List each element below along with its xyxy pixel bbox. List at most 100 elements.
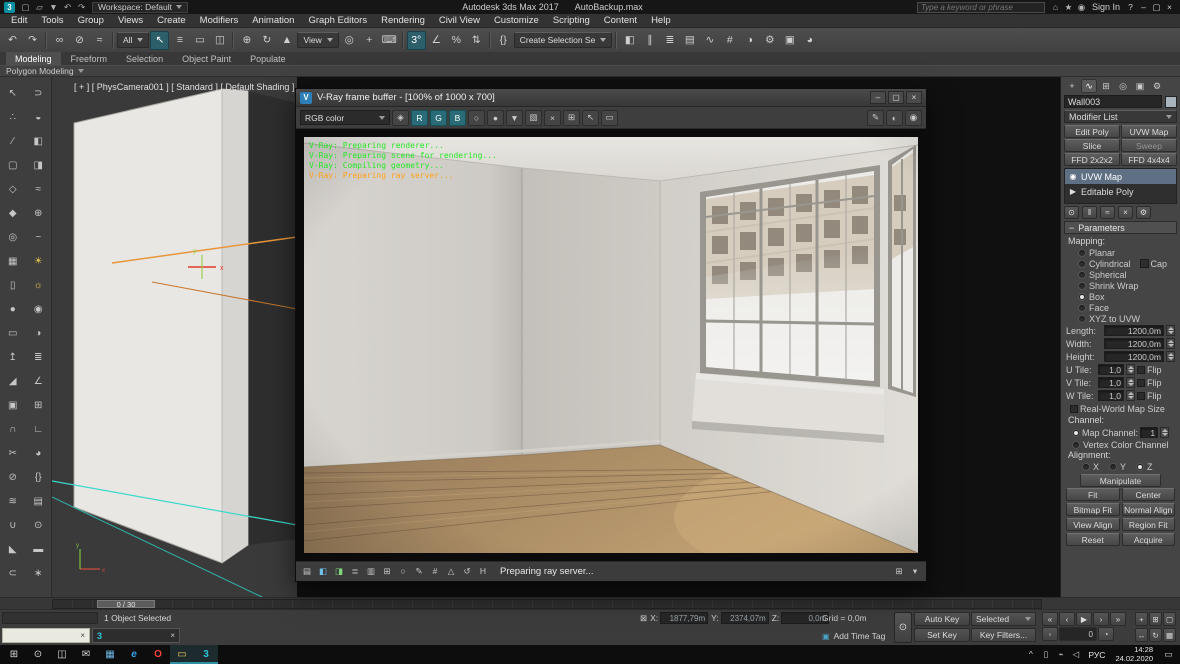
stack-item-editable-poly[interactable]: ▶ Editable Poly [1065, 184, 1176, 199]
display-tool-icon[interactable]: ▤ [28, 491, 48, 511]
value-field[interactable]: 1200,0m [1104, 351, 1164, 362]
polygon-mode-icon[interactable]: ◇ [3, 179, 23, 199]
layer-explorer-icon[interactable]: ≣ [660, 31, 679, 50]
manipulate-button[interactable]: Manipulate [1080, 474, 1161, 487]
vfb-pen-icon[interactable]: ✎ [412, 566, 426, 577]
go-to-start-button[interactable]: « [1042, 612, 1058, 626]
zoom-extents-icon[interactable]: ▢ [1163, 612, 1176, 626]
mail-app-icon[interactable]: ✉ [74, 645, 98, 664]
select-object-icon[interactable]: ↖ [150, 30, 170, 50]
swift-loop-icon[interactable]: ≋ [3, 491, 23, 511]
restore-window-icon[interactable]: ▢ [1150, 2, 1163, 13]
red-channel-toggle[interactable]: R [411, 109, 428, 126]
normal-align-button[interactable]: Normal Align [1121, 503, 1175, 516]
tray-expand-icon[interactable]: ^ [1024, 649, 1037, 660]
percent-snap-icon[interactable]: % [447, 31, 466, 50]
window-crossing-icon[interactable]: ◫ [210, 31, 229, 50]
selection-filter-dropdown[interactable]: All [117, 32, 150, 48]
constraints-icon[interactable]: ⊕ [28, 203, 48, 223]
maximize-viewport-icon[interactable]: ▦ [1163, 628, 1176, 642]
lock-selection-icon[interactable]: ⊠ [640, 613, 647, 624]
flip-checkbox[interactable] [1137, 365, 1145, 374]
bevel-tool-icon[interactable]: ◢ [3, 371, 23, 391]
spinner[interactable] [1166, 325, 1175, 336]
sun-positioner-icon[interactable]: ☼ [28, 275, 48, 295]
vfb-grid-icon[interactable]: ⊞ [380, 566, 394, 577]
ribbon-tab-object-paint[interactable]: Object Paint [173, 52, 240, 65]
soft-selection-icon[interactable]: ◎ [3, 227, 23, 247]
minimized-scene-tab[interactable]: × [2, 628, 90, 643]
value-field[interactable]: 1,0 [1098, 377, 1124, 388]
layer-tool-icon[interactable]: ≣ [28, 347, 48, 367]
create-tab-icon[interactable]: + [1064, 79, 1080, 93]
named-selection-dropdown[interactable]: Create Selection Se [513, 32, 613, 48]
align-y-radio[interactable]: Y [1109, 462, 1126, 472]
toolbar-icon[interactable] [112, 31, 114, 49]
make-unique-icon[interactable]: ≈ [1100, 206, 1115, 219]
start-button[interactable]: ⊞ [2, 645, 26, 664]
close-icon[interactable]: × [80, 631, 85, 640]
track-mouse-icon[interactable]: ↖ [582, 109, 599, 126]
vfb-ab-test-icon[interactable]: ▥ [364, 566, 378, 577]
spinner[interactable] [1126, 390, 1135, 401]
mapping-box-radio[interactable]: Box [1064, 291, 1177, 302]
value-field[interactable]: 1200,0m [1104, 325, 1164, 336]
bind-to-space-warp-icon[interactable]: ≈ [90, 31, 109, 50]
minimize-window-icon[interactable]: – [1137, 2, 1150, 13]
vfb-compare-vertical-icon[interactable]: ◨ [332, 566, 346, 577]
value-field[interactable]: 1,0 [1098, 390, 1124, 401]
menu-item[interactable]: Tools [34, 14, 70, 27]
element-mode-icon[interactable]: ◆ [3, 203, 23, 223]
region-render-icon[interactable]: ▭ [601, 109, 618, 126]
sweep-button[interactable]: Sweep [1121, 139, 1177, 152]
flip-checkbox[interactable] [1137, 378, 1145, 387]
attach-tool-icon[interactable]: ⊂ [3, 563, 23, 583]
store-app-icon[interactable]: ▦ [98, 645, 122, 664]
spinner[interactable] [1166, 351, 1175, 362]
reset-button[interactable]: Reset [1066, 533, 1120, 546]
vray-frame-buffer-window[interactable]: V V-Ray frame buffer - [100% of 1000 x 7… [295, 88, 927, 582]
menu-item[interactable]: Customize [487, 14, 546, 27]
value-field[interactable]: 1200,0m [1104, 338, 1164, 349]
remove-modifier-icon[interactable]: × [1118, 206, 1133, 219]
mapping-face-radio[interactable]: Face [1064, 302, 1177, 313]
vfb-title-bar[interactable]: V V-Ray frame buffer - [100% of 1000 x 7… [296, 89, 926, 107]
inset-tool-icon[interactable]: ▣ [3, 395, 23, 415]
select-and-manipulate-icon[interactable]: + [360, 31, 379, 50]
acquire-button[interactable]: Acquire [1121, 533, 1175, 546]
save-file-icon[interactable]: ▼ [47, 2, 60, 13]
bridge-tool-icon[interactable]: ∩ [3, 419, 23, 439]
detach-tool-icon[interactable]: ⊃ [28, 83, 48, 103]
toolbar-icon[interactable] [45, 31, 47, 49]
menu-item[interactable]: Scripting [546, 14, 597, 27]
vfb-dock-icon[interactable]: ⊞ [892, 566, 906, 577]
green-channel-toggle[interactable]: G [430, 109, 447, 126]
menu-item[interactable]: Rendering [374, 14, 432, 27]
ribbon-tab-selection[interactable]: Selection [117, 52, 172, 65]
toolbar-icon[interactable] [488, 31, 491, 49]
display-corrections-icon[interactable]: ◉ [905, 109, 922, 126]
rendered-frame-icon[interactable]: ▣ [780, 31, 799, 50]
ribbon-tab-populate[interactable]: Populate [241, 52, 295, 65]
paint-deform-icon[interactable]: ≈ [28, 179, 48, 199]
set-key-button[interactable]: Set Key [914, 628, 970, 642]
vfb-channels-icon[interactable]: ◈ [392, 109, 409, 126]
community-icon[interactable]: ⌂ [1049, 2, 1062, 13]
map-channel-radio[interactable] [1072, 428, 1080, 437]
play-button[interactable]: ▶ [1076, 612, 1092, 626]
select-and-rotate-icon[interactable]: ↻ [257, 31, 276, 50]
uvw-map-button[interactable]: UVW Map [1121, 125, 1177, 138]
toolbar-icon[interactable] [401, 31, 404, 49]
flip-checkbox[interactable] [1137, 391, 1145, 400]
stack-item-uvw-map[interactable]: ◉ UVW Map [1065, 169, 1176, 184]
edge-mode-icon[interactable]: ∕ [3, 131, 23, 151]
auto-key-button[interactable]: Auto Key [914, 612, 970, 626]
real-world-checkbox[interactable] [1070, 404, 1078, 413]
mirror-icon[interactable]: ◧ [620, 31, 639, 50]
ribbon-toggle-icon[interactable]: ▤ [680, 31, 699, 50]
key-mode-toggle-icon[interactable]: ◦ [1042, 627, 1058, 641]
isolate-tool-icon[interactable]: ⊙ [28, 515, 48, 535]
render-production-icon[interactable]: ◕ [800, 31, 819, 50]
align-z-radio[interactable]: Z [1136, 462, 1153, 472]
vfb-white-balance-icon[interactable]: ○ [396, 566, 410, 577]
